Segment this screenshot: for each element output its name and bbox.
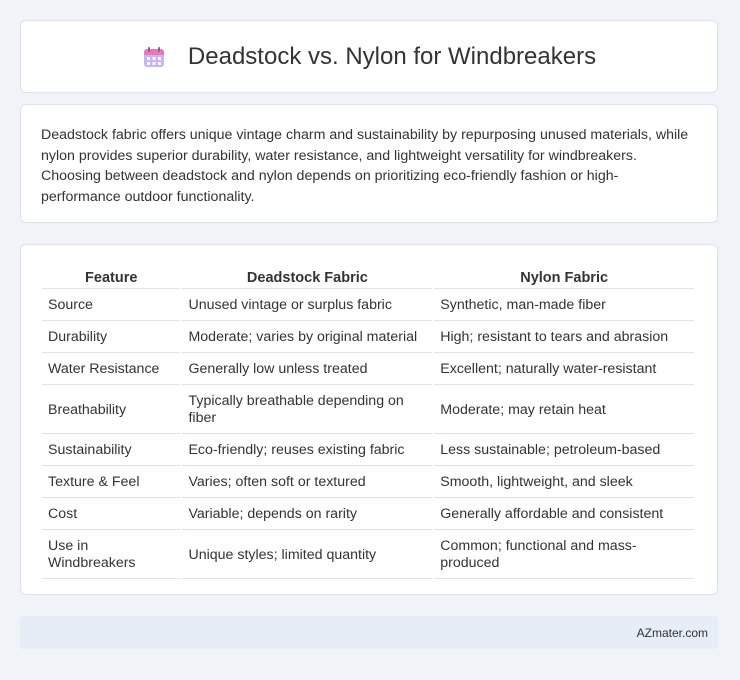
table-row: Durability Moderate; varies by original … [42, 323, 694, 353]
nylon-cell: Generally affordable and consistent [434, 500, 694, 530]
nylon-cell: High; resistant to tears and abrasion [434, 323, 694, 353]
deadstock-cell: Varies; often soft or textured [182, 468, 433, 498]
header-feature: Feature [42, 267, 181, 289]
feature-cell: Water Resistance [42, 355, 181, 385]
deadstock-cell: Unused vintage or surplus fabric [182, 291, 433, 321]
header-deadstock: Deadstock Fabric [182, 267, 433, 289]
table-row: Source Unused vintage or surplus fabric … [42, 291, 694, 321]
footer: AZmater.com [20, 616, 718, 649]
deadstock-cell: Typically breathable depending on fiber [182, 387, 433, 434]
nylon-cell: Common; functional and mass-produced [434, 532, 694, 579]
header-nylon: Nylon Fabric [434, 267, 694, 289]
nylon-cell: Smooth, lightweight, and sleek [434, 468, 694, 498]
deadstock-cell: Unique styles; limited quantity [182, 532, 433, 579]
deadstock-cell: Variable; depends on rarity [182, 500, 433, 530]
feature-cell: Durability [42, 323, 181, 353]
feature-cell: Breathability [42, 387, 181, 434]
table-row: Cost Variable; depends on rarity General… [42, 500, 694, 530]
footer-site-link[interactable]: AZmater.com [637, 626, 708, 640]
page-title: Deadstock vs. Nylon for Windbreakers [187, 42, 597, 70]
nylon-cell: Moderate; may retain heat [434, 387, 694, 434]
feature-cell: Source [42, 291, 181, 321]
table-row: Breathability Typically breathable depen… [42, 387, 694, 434]
table-row: Sustainability Eco-friendly; reuses exis… [42, 436, 694, 466]
nylon-cell: Synthetic, man-made fiber [434, 291, 694, 321]
intro-paragraph: Deadstock fabric offers unique vintage c… [41, 127, 689, 205]
intro-card: Deadstock fabric offers unique vintage c… [20, 104, 718, 223]
table-row: Use in Windbreakers Unique styles; limit… [42, 532, 694, 579]
nylon-cell: Excellent; naturally water-resistant [434, 355, 694, 385]
feature-cell: Sustainability [42, 436, 181, 466]
table-row: Water Resistance Generally low unless tr… [42, 355, 694, 385]
title-card: Deadstock vs. Nylon for Windbreakers [20, 20, 718, 93]
feature-cell: Cost [42, 500, 181, 530]
deadstock-cell: Eco-friendly; reuses existing fabric [182, 436, 433, 466]
nylon-cell: Less sustainable; petroleum-based [434, 436, 694, 466]
feature-cell: Use in Windbreakers [42, 532, 181, 579]
table-row: Texture & Feel Varies; often soft or tex… [42, 468, 694, 498]
table-header-row: Feature Deadstock Fabric Nylon Fabric [42, 267, 694, 289]
deadstock-cell: Generally low unless treated [182, 355, 433, 385]
calendar-icon [142, 45, 166, 69]
comparison-card: Feature Deadstock Fabric Nylon Fabric So… [20, 244, 718, 595]
deadstock-cell: Moderate; varies by original material [182, 323, 433, 353]
feature-cell: Texture & Feel [42, 468, 181, 498]
comparison-table: Feature Deadstock Fabric Nylon Fabric So… [40, 265, 696, 581]
